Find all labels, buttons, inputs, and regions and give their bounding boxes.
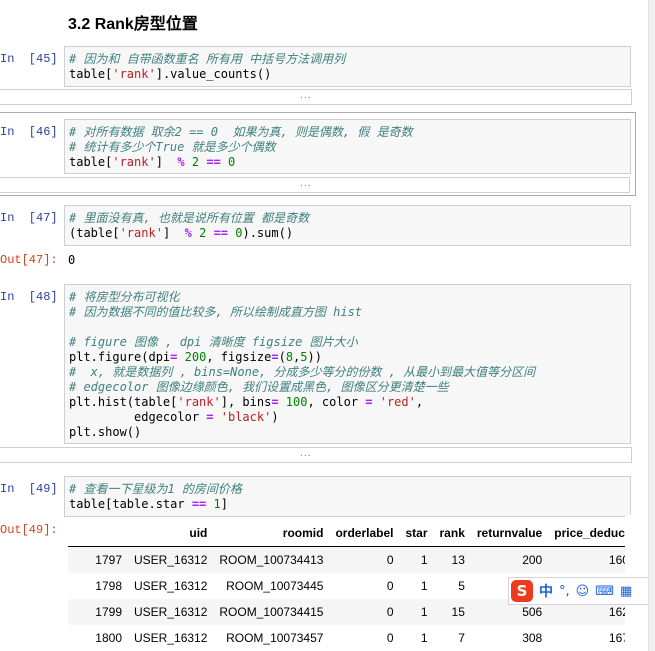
column-header: roomid	[213, 520, 330, 547]
code-line: # 对所有数据 取余2 == 0 如果为真, 则是偶数, 假 是奇数	[69, 125, 413, 139]
table-cell: 0	[386, 579, 394, 593]
code-line: (table['rank'] % 2 == 0).sum()	[69, 226, 294, 240]
code-line: # 将房型分布可视化	[69, 290, 180, 304]
cell-48-code[interactable]: # 将房型分布可视化 # 因为数据不同的值比较多, 所以绘制成直方图 hist …	[64, 284, 631, 444]
row-index: 1799	[68, 599, 128, 625]
cell-47-code[interactable]: # 里面没有真, 也就是说所有位置 都是奇数 (table['rank'] % …	[64, 205, 631, 246]
row-index: 1798	[95, 579, 122, 593]
code-line: edgecolor = 'black')	[69, 410, 279, 424]
code-line: table['rank'] % 2 == 0	[69, 155, 236, 169]
column-header: star	[399, 520, 434, 547]
code-line: table['rank'].value_counts()	[69, 67, 272, 81]
cell-49-out-prompt: Out[49]:	[0, 523, 58, 537]
table-cell: USER_16312	[134, 631, 208, 645]
table-cell: 1	[420, 579, 428, 593]
cell-49-prompt: In [49]:	[0, 482, 60, 496]
cell-46-code[interactable]: # 对所有数据 取余2 == 0 如果为真, 则是偶数, 假 是奇数 # 统计有…	[64, 119, 631, 174]
table-row: 1797 USER_16312 ROOM_100734413 0 1 13 20…	[68, 546, 635, 573]
cell-45-code[interactable]: # 因为和 自带函数重名 所有用 中括号方法调用列 table['rank'].…	[64, 46, 631, 87]
collapsed-dots: ...	[300, 449, 312, 459]
code-line: table[table.star == 1]	[69, 497, 228, 511]
grid-icon[interactable]: ▦	[620, 584, 632, 599]
table-cell: 7	[458, 631, 465, 645]
column-header: price_deduct	[548, 520, 635, 547]
cell-46-prompt: In [46]:	[0, 125, 60, 139]
ime-toolbar[interactable]: S 中 °, ☺ ⌨ ▦	[508, 577, 655, 605]
table-cell: 15	[433, 599, 471, 625]
punctuation-icon[interactable]: °,	[559, 584, 570, 599]
table-cell: 167	[608, 631, 629, 645]
table-cell: USER_16312	[128, 599, 214, 625]
table-cell: 0	[386, 631, 394, 645]
code-line: plt.show()	[69, 425, 142, 439]
table-cell: 1	[399, 599, 434, 625]
table-cell: USER_16312	[134, 579, 208, 593]
code-line: plt.hist(table['rank'], bins= 100, color…	[69, 395, 424, 409]
cell-48-prompt: In [48]:	[0, 290, 60, 304]
column-header: uid	[128, 520, 214, 547]
column-header	[68, 520, 128, 547]
table-cell: 0	[329, 599, 400, 625]
code-line: # figure 图像 , dpi 清晰度 figsize 图片大小	[69, 335, 358, 349]
column-header: rank	[433, 520, 471, 547]
page-scrollbar[interactable]	[648, 0, 655, 651]
collapsed-dots: ...	[300, 179, 312, 189]
table-row: 1800 USER_16312 ROOM_10073457 0 1 7 308 …	[68, 625, 635, 651]
table-cell: 160	[548, 546, 635, 573]
code-line: # 因为和 自带函数重名 所有用 中括号方法调用列	[69, 52, 346, 66]
section-title: 3.2 Rank房型位置	[68, 16, 198, 33]
cell-49-code[interactable]: # 查看一下星级为1 的房间价格 table[table.star == 1]	[64, 476, 631, 517]
emoji-icon[interactable]: ☺	[576, 584, 590, 599]
code-line: # 里面没有真, 也就是说所有位置 都是奇数	[69, 211, 310, 225]
collapsed-dots: ...	[300, 91, 312, 101]
table-cell: 0	[329, 546, 400, 573]
table-header-row: uid roomid orderlabel star rank returnva…	[68, 520, 635, 547]
table-cell: 308	[522, 631, 543, 645]
cell-45-collapsed-output[interactable]: ...	[0, 89, 632, 105]
column-header: orderlabel	[329, 520, 400, 547]
table-cell: ROOM_10073445	[226, 579, 324, 593]
cell-48-collapsed-output[interactable]: ...	[0, 447, 632, 463]
column-header: returnvalue	[470, 520, 549, 547]
table-cell: 1	[399, 546, 434, 573]
table-cell: 1	[420, 631, 428, 645]
sogou-logo-icon[interactable]: S	[511, 580, 533, 602]
table-cell: 13	[433, 546, 471, 573]
table-cell: ROOM_100734413	[213, 546, 330, 573]
input-mode-toggle[interactable]: 中	[539, 581, 553, 601]
code-line: # 查看一下星级为1 的房间价格	[69, 482, 242, 496]
cell-47-out-prompt: Out[47]:	[0, 253, 58, 267]
code-line: # x, 就是数据列 , bins=None, 分成多少等分的份数 , 从最小到…	[69, 365, 536, 379]
table-cell: USER_16312	[128, 546, 214, 573]
cell-47-prompt: In [47]:	[0, 211, 60, 225]
code-line: # edgecolor 图像边缘颜色, 我们设置成黑色, 图像区分更清楚一些	[69, 380, 449, 394]
table-cell: 200	[470, 546, 549, 573]
code-line: # 统计有多少个True 就是多少个偶数	[69, 140, 276, 154]
keyboard-icon[interactable]: ⌨	[595, 584, 614, 599]
code-line: plt.figure(dpi= 200, figsize=(8,5))	[69, 350, 322, 364]
row-index: 1800	[95, 631, 122, 645]
table-cell: ROOM_10073457	[226, 631, 324, 645]
code-line: # 因为数据不同的值比较多, 所以绘制成直方图 hist	[69, 305, 363, 319]
row-index: 1797	[68, 546, 128, 573]
cell-47-output: 0	[68, 253, 76, 267]
table-cell: ROOM_100734415	[213, 599, 330, 625]
cell-45-prompt: In [45]:	[0, 52, 60, 66]
table-cell: 5	[458, 579, 465, 593]
cell-46-collapsed-output[interactable]: ...	[0, 177, 630, 193]
